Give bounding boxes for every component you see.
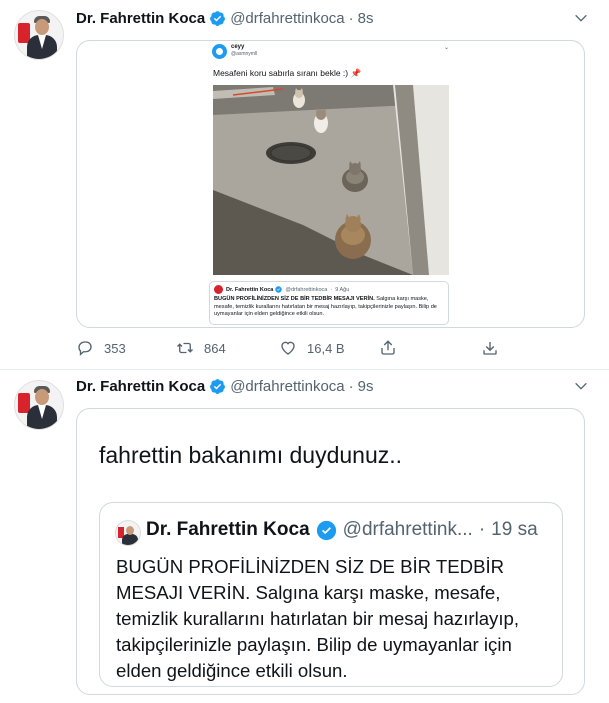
screenshot-text: Mesafeni koru sabırla sıranı bekle :) 📌 [213,68,362,78]
quoted-text: BUGÜN PROFİLİNİZDEN SİZ DE BİR TEDBİR ME… [116,556,520,681]
tweet-header: Dr. Fahrettin Koca @drfahrettinkoca · 9s [76,376,374,396]
tweet[interactable]: Dr. Fahrettin Koca @drfahrettinkoca · 9s… [0,370,609,703]
retweet-icon [177,342,193,354]
action-bar: 353 864 16,4 B [76,336,506,360]
separator: · [348,9,354,27]
verified-badge-icon [210,378,226,394]
author-name[interactable]: Dr. Fahrettin Koca [76,10,205,27]
pin-icon: 📌 [350,68,362,78]
media-card[interactable]: fahrettin bakanımı duydunuz.. Dr. Fahret… [76,408,585,695]
author-handle[interactable]: @drfahrettinkoca [230,10,344,27]
like-icon [281,341,295,355]
reply-count: 353 [104,340,126,356]
chevron-down-icon[interactable] [573,378,589,394]
chevron-down-icon[interactable] [573,10,589,26]
screenshot-avatar [212,44,227,59]
quoted-author-handle: @drfahrettink... [342,519,473,540]
quoted-text: BUGÜN PROFİLİNİZDEN SİZ DE BİR TEDBİR ME… [214,296,437,317]
timestamp[interactable]: 8s [358,10,374,27]
separator: · [330,286,333,293]
author-name[interactable]: Dr. Fahrettin Koca [76,378,205,395]
cats-photo [213,85,449,275]
quoted-time: 9 Ağu [335,286,350,293]
verified-badge-icon [275,286,283,293]
chevron-down-icon: ⌄ [443,45,449,51]
separator: · [348,377,354,395]
quoted-time: 19 sa [491,519,538,540]
separator: · [478,519,486,540]
avatar[interactable] [14,380,64,430]
screenshot-image: ceyy @asmnymll ⌄ Mesafeni koru sabırla s… [209,41,455,327]
quoted-author-handle: @drfahrettinkoca [285,286,328,293]
screenshot-text: fahrettin bakanımı duydunuz.. [99,442,403,468]
like-count: 16,4 B [307,340,345,356]
share-button[interactable] [379,336,397,360]
quoted-tweet: Dr. Fahrettin Koca @drfahrettinkoca · 9 … [209,281,449,325]
quoted-author-name: Dr. Fahrettin Koca [146,519,310,540]
quoted-author-name: Dr. Fahrettin Koca [226,286,274,293]
screenshot-author-handle: @asmnymll [231,51,258,57]
reply-icon [78,341,92,356]
reply-button[interactable]: 353 [76,336,126,360]
quoted-tweet: Dr. Fahrettin Koca @drfahrettink... · 19… [99,502,563,687]
timestamp[interactable]: 9s [358,378,374,395]
verified-badge-icon [210,10,226,26]
like-button[interactable]: 16,4 B [279,336,345,360]
upload-button[interactable] [481,336,499,360]
verified-badge-icon [316,520,336,540]
tweet-header: Dr. Fahrettin Koca @drfahrettinkoca · 8s [76,8,374,28]
upload-icon [483,342,497,355]
avatar[interactable] [14,10,64,60]
avatar [115,520,141,546]
screenshot-author-name: ceyy [231,44,245,50]
media-card[interactable]: ceyy @asmnymll ⌄ Mesafeni koru sabırla s… [76,40,585,328]
author-handle[interactable]: @drfahrettinkoca [230,378,344,395]
share-icon [381,340,395,355]
avatar [214,285,223,294]
retweet-count: 864 [204,340,226,356]
retweet-button[interactable]: 864 [176,336,226,360]
tweet[interactable]: Dr. Fahrettin Koca @drfahrettinkoca · 8s… [0,0,609,370]
